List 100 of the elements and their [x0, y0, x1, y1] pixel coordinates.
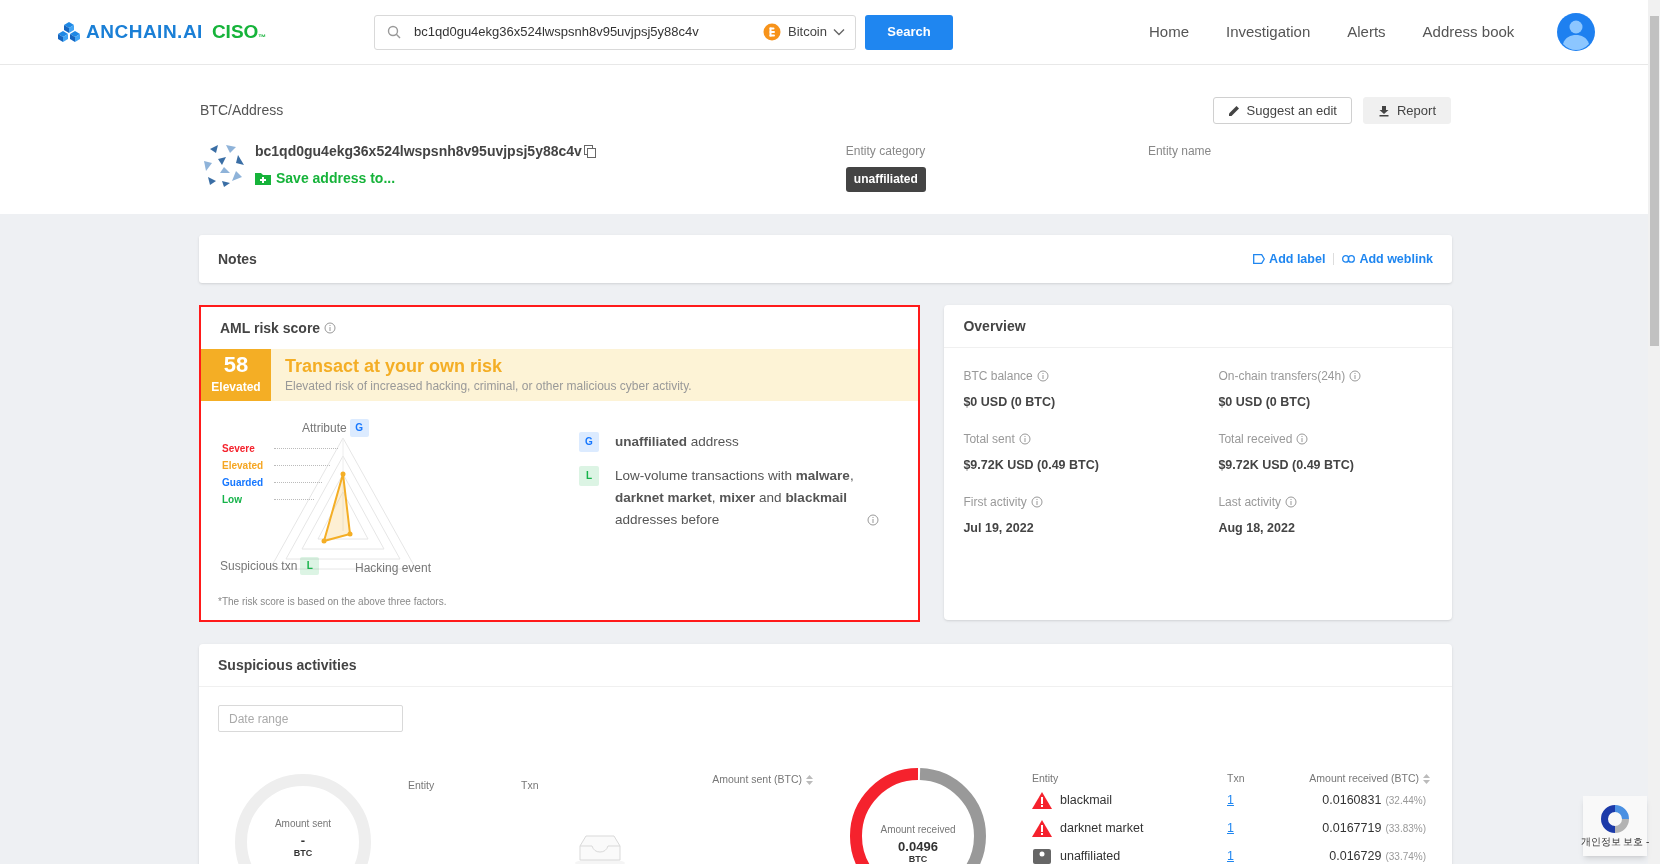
stat-label: Last activity — [1218, 493, 1282, 511]
add-label-link[interactable]: Add label — [1253, 249, 1326, 269]
folder-plus-icon — [255, 172, 271, 185]
column-header: Amount received (BTC) — [1309, 771, 1419, 787]
nav-link[interactable]: Home — [1149, 20, 1189, 44]
stat-label: On-chain transfers(24h) — [1218, 368, 1346, 385]
score-level: Elevated — [211, 379, 261, 396]
donut-label: Amount sent — [274, 817, 332, 831]
info-icon — [1296, 432, 1309, 445]
card-title: AML risk score — [220, 318, 321, 338]
currency-dropdown[interactable]: Bitcoin — [754, 15, 845, 49]
column-header: Txn — [521, 779, 539, 791]
risk-headline: Transact at your own risk — [285, 355, 504, 377]
risk-level-label: Guarded — [222, 476, 265, 490]
search-button[interactable]: Search — [865, 14, 953, 50]
finding-text: Low-volume transactions with malware, darknet market, mixer and blackmail addresses before — [615, 467, 855, 529]
txn-link[interactable]: 1 — [1227, 847, 1267, 864]
field-label: Entity name — [1147, 143, 1212, 160]
logo-suffix: CISO — [211, 19, 259, 44]
trademark: ™ — [258, 32, 267, 44]
sort-icon — [806, 774, 813, 785]
grade-tag: L — [300, 557, 320, 575]
add-weblink-link[interactable]: Add weblink — [1342, 249, 1433, 269]
link-icon — [1342, 255, 1356, 263]
factor-label: Suspicious txn — [220, 558, 298, 575]
card-title: Notes — [218, 249, 257, 269]
search-value: bc1qd0gu4ekg36x524lwspsnh8v95uvjpsj5y88c4v — [414, 23, 700, 42]
info-icon — [324, 322, 337, 334]
stat-label: Total received — [1218, 430, 1293, 448]
warning-icon — [1032, 792, 1052, 809]
amount-share: (33.74%) — [1385, 850, 1426, 864]
search-field[interactable]: bc1qd0gu4ekg36x524lwspsnh8v95uvjpsj5y88c4v Bitcoin — [374, 14, 856, 50]
download-icon — [1377, 104, 1390, 117]
breadcrumb: BTC/Address — [200, 101, 284, 120]
recaptcha-icon — [1598, 802, 1632, 836]
stat-label: BTC balance — [963, 368, 1033, 385]
footnote: *The risk score is based on the above three factors. — [218, 595, 448, 609]
stat-label: Total sent — [963, 430, 1015, 448]
tag-icon — [1253, 254, 1266, 264]
grade-tag: G — [349, 419, 369, 437]
donut-value: 0.0496 — [898, 840, 938, 854]
stat-value: $9.72K USD (0.49 BTC) — [963, 456, 1100, 474]
recaptcha-text: 개인정보 보호 - — [1580, 836, 1650, 848]
score-value: 58 — [223, 354, 249, 376]
stat-label: First activity — [963, 493, 1027, 511]
info-icon — [1018, 432, 1031, 445]
stat-value: $0 USD (0 BTC) — [963, 394, 1057, 411]
donut-unit: BTC — [293, 848, 313, 858]
info-icon — [1285, 495, 1298, 508]
risk-level-label: Severe — [222, 442, 256, 456]
search-icon — [387, 25, 401, 39]
avatar-icon — [1557, 13, 1596, 51]
grade-tag: L — [579, 466, 599, 486]
entity-name: unaffiliated — [1060, 848, 1121, 864]
info-icon — [867, 514, 879, 526]
pencil-icon — [1227, 104, 1240, 117]
date-range-field[interactable]: Date range — [218, 705, 403, 732]
card-title: Suspicious activities — [218, 655, 357, 675]
info-icon — [1349, 370, 1362, 382]
txn-link[interactable]: 1 — [1227, 791, 1267, 810]
address-text: bc1qd0gu4ekg36x524lwspsnh8v95uvjpsj5y88c4v — [255, 142, 582, 161]
column-header: Entity — [408, 779, 435, 791]
amount-value: 0.0167719 — [1322, 820, 1382, 838]
factor-label: Attribute — [302, 420, 347, 437]
stat-value: Aug 18, 2022 — [1218, 519, 1296, 537]
column-header: Amount sent (BTC) — [712, 772, 802, 787]
stat-value: Jul 19, 2022 — [963, 519, 1035, 537]
recaptcha-badge[interactable]: 개인정보 보호 - — [1583, 796, 1647, 856]
column-header: Entity — [1032, 771, 1060, 787]
sort-icon — [1423, 774, 1430, 784]
entity-name: blackmail — [1060, 792, 1113, 810]
risk-level-label: Low — [222, 493, 243, 507]
amount-share: (32.44%) — [1385, 794, 1426, 808]
risk-description: Elevated risk of increased hacking, criminal, or other malicious cyber activity. — [285, 378, 692, 395]
risk-level-label: Elevated — [222, 459, 265, 473]
warning-icon — [1032, 820, 1052, 837]
txn-link[interactable]: 1 — [1227, 819, 1267, 838]
donut-value: - — [300, 834, 306, 848]
factor-label: Hacking event — [355, 560, 432, 577]
chevron-down-icon — [833, 28, 845, 36]
grade-tag: G — [579, 432, 599, 452]
nav-link[interactable]: Address book — [1422, 20, 1515, 44]
finding-text: unaffiliated address — [615, 433, 739, 451]
card-title: Overview — [963, 316, 1026, 336]
suggest-edit-button[interactable]: Suggest an edit — [1212, 97, 1352, 124]
info-icon — [1030, 495, 1043, 508]
report-button[interactable]: Report — [1362, 97, 1451, 124]
category-tag: unaffiliated — [845, 167, 926, 192]
entity-name: darknet market — [1060, 820, 1144, 838]
copy-icon — [583, 145, 596, 158]
stat-value: $9.72K USD (0.49 BTC) — [1218, 456, 1355, 474]
cube-logo-icon — [57, 20, 81, 44]
amount-value: 0.0160831 — [1322, 792, 1382, 810]
bitcoin-icon — [762, 23, 781, 41]
nav-link[interactable]: Investigation — [1226, 20, 1311, 44]
info-icon — [1036, 370, 1049, 382]
amount-share: (33.83%) — [1385, 822, 1426, 836]
nav-link[interactable]: Alerts — [1347, 20, 1386, 44]
column-header: Txn — [1227, 771, 1246, 787]
logo-text: ANCHAIN.AI — [86, 19, 203, 44]
